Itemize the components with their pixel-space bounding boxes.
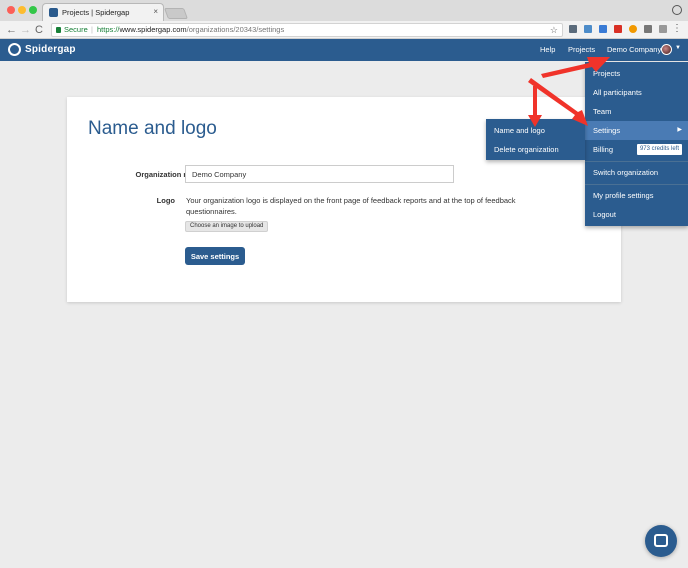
- chevron-down-icon[interactable]: ▼: [675, 45, 681, 51]
- nav-help-link[interactable]: Help: [540, 45, 555, 54]
- maximize-window-button[interactable]: [29, 6, 37, 14]
- address-bar[interactable]: Secure | https://www.spidergap.com/organ…: [51, 23, 563, 37]
- lock-icon: [56, 27, 61, 33]
- browser-tab[interactable]: Projects | Spidergap ×: [42, 3, 164, 21]
- menu-divider: [585, 184, 688, 185]
- menu-item-label: All participants: [593, 88, 642, 97]
- browser-menu-icon[interactable]: ⋮: [672, 23, 682, 34]
- minimize-window-button[interactable]: [18, 6, 26, 14]
- browser-tabstrip: Projects | Spidergap ×: [0, 0, 688, 21]
- menu-divider: [585, 161, 688, 162]
- avatar[interactable]: [661, 44, 672, 55]
- logo-help-text: Your organization logo is displayed on t…: [186, 196, 516, 216]
- browser-profile-icon[interactable]: [672, 5, 682, 15]
- menu-item-label: Billing: [593, 145, 614, 154]
- submenu-item-label: Delete organization: [494, 145, 559, 154]
- extension-cookie-icon[interactable]: [629, 25, 637, 33]
- extension-window-icon[interactable]: [599, 25, 607, 33]
- tab-title: Projects | Spidergap: [62, 8, 130, 17]
- submenu-item-label: Name and logo: [494, 126, 545, 135]
- chevron-right-icon: ▶: [677, 127, 682, 133]
- submenu-item-name-and-logo[interactable]: Name and logo: [486, 121, 585, 140]
- app-navbar: Spidergap Help Projects Demo Company ▼: [0, 39, 688, 61]
- menu-item-label: Team: [593, 107, 612, 116]
- tab-close-icon[interactable]: ×: [153, 7, 158, 16]
- extension-copy-icon[interactable]: [644, 25, 652, 33]
- menu-item-projects[interactable]: Projects: [585, 64, 688, 83]
- bookmark-star-icon[interactable]: ☆: [550, 24, 558, 36]
- spidergap-logo-icon[interactable]: [8, 43, 21, 56]
- org-name-input[interactable]: [185, 165, 454, 183]
- menu-item-switch-organization[interactable]: Switch organization: [585, 163, 688, 182]
- extension-mail-icon[interactable]: [614, 25, 622, 33]
- page-title: Name and logo: [88, 118, 217, 139]
- url-text: https://www.spidergap.com/organizations/…: [97, 24, 284, 36]
- app-logo[interactable]: Spidergap: [25, 44, 76, 55]
- extension-screen-icon[interactable]: [584, 25, 592, 33]
- close-window-button[interactable]: [7, 6, 15, 14]
- url-protocol: https://: [97, 25, 120, 34]
- save-settings-button[interactable]: Save settings: [185, 247, 245, 265]
- spidergap-favicon-icon: [49, 8, 58, 17]
- menu-item-billing[interactable]: Billing 973 credits left: [585, 140, 688, 159]
- menu-item-profile-settings[interactable]: My profile settings: [585, 186, 688, 205]
- menu-item-label: Projects: [593, 69, 621, 78]
- menu-item-logout[interactable]: Logout: [585, 205, 688, 224]
- back-icon[interactable]: ←: [6, 23, 17, 37]
- menu-item-label: Settings: [593, 126, 621, 135]
- browser-toolbar: ← → C Secure | https://www.spidergap.com…: [0, 21, 688, 39]
- url-path: /organizations/20343/settings: [186, 25, 285, 34]
- company-dropdown-menu: Projects All participants Team Settings ▶…: [585, 62, 688, 226]
- credits-badge: 973 credits left: [636, 144, 682, 155]
- nav-company-menu[interactable]: Demo Company: [607, 45, 661, 54]
- menu-item-settings[interactable]: Settings ▶: [585, 121, 688, 140]
- reload-icon[interactable]: C: [35, 23, 43, 37]
- secure-label: Secure: [64, 25, 88, 34]
- submenu-item-delete-organization[interactable]: Delete organization: [486, 140, 585, 159]
- menu-item-label: Logout: [593, 210, 616, 219]
- menu-item-team[interactable]: Team: [585, 102, 688, 121]
- logo-label: Logo: [156, 196, 175, 205]
- cast-icon[interactable]: [569, 25, 577, 33]
- chat-icon: [654, 534, 668, 547]
- menu-item-label: Switch organization: [593, 168, 659, 177]
- nav-projects-link[interactable]: Projects: [568, 45, 595, 54]
- extension-puzzle-icon[interactable]: [659, 25, 667, 33]
- menu-item-label: My profile settings: [593, 191, 654, 200]
- new-tab-button[interactable]: [163, 8, 189, 19]
- url-separator: |: [91, 25, 93, 34]
- forward-icon[interactable]: →: [20, 23, 31, 37]
- settings-submenu: Name and logo Delete organization: [486, 119, 585, 160]
- chat-launcher-button[interactable]: [645, 525, 677, 557]
- menu-item-all-participants[interactable]: All participants: [585, 83, 688, 102]
- upload-logo-button[interactable]: Choose an image to upload: [185, 221, 269, 232]
- url-host: www.spidergap.com: [119, 25, 187, 34]
